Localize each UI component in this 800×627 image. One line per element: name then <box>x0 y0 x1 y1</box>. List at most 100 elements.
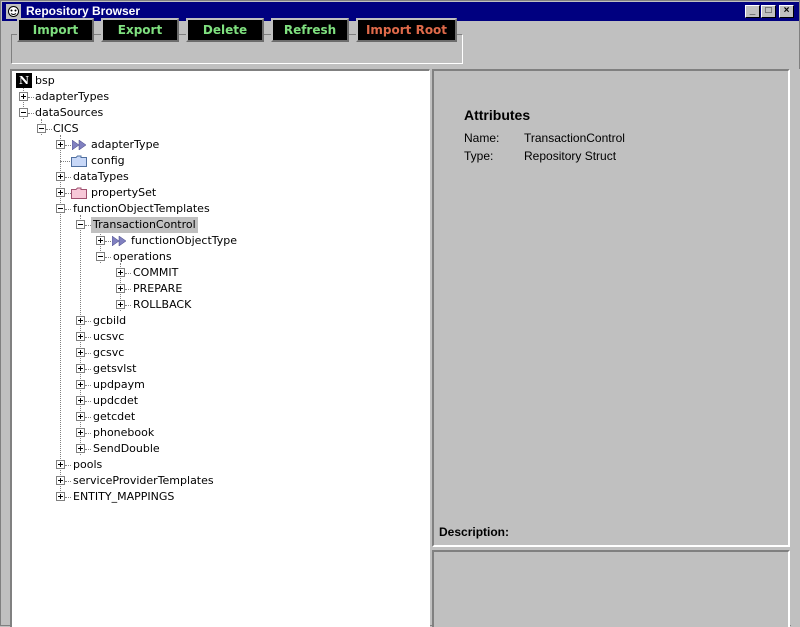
tree-node-label: functionObjectType <box>131 234 238 247</box>
expand-icon[interactable] <box>76 316 85 325</box>
tree-node-label: getsvlst <box>93 362 137 375</box>
expand-icon[interactable] <box>76 428 85 437</box>
tree-node-entity-mappings[interactable]: ENTITY_MAPPINGS <box>12 489 412 505</box>
tree-node-label: dataTypes <box>73 170 129 183</box>
tree-node-label: serviceProviderTemplates <box>73 474 214 487</box>
tree-node-datatypes[interactable]: dataTypes <box>12 169 412 185</box>
expand-icon[interactable] <box>19 92 28 101</box>
tree-node-operations[interactable]: operations <box>12 249 412 265</box>
expand-icon[interactable] <box>76 412 85 421</box>
tree-node-label: pools <box>73 458 103 471</box>
repository-browser-window: Repository Browser _ □ × Import Export D… <box>0 0 800 627</box>
tree-node-label: phonebook <box>93 426 155 439</box>
maximize-button[interactable]: □ <box>761 5 776 18</box>
expand-icon[interactable] <box>56 140 65 149</box>
tree-node-datasources[interactable]: dataSources <box>12 105 412 121</box>
tree-node-senddouble[interactable]: SendDouble <box>12 441 412 457</box>
delete-button[interactable]: Delete <box>186 18 264 42</box>
tree-node-label: functionObjectTemplates <box>73 202 210 215</box>
tree-node-label: operations <box>113 250 172 263</box>
tree-node-getsvlst[interactable]: getsvlst <box>12 361 412 377</box>
expand-icon[interactable] <box>56 460 65 469</box>
attribute-key: Type: <box>464 149 494 163</box>
tree-node-pools[interactable]: pools <box>12 457 412 473</box>
folder-icon <box>71 155 87 167</box>
tree-node-serviceprovidertemplates[interactable]: serviceProviderTemplates <box>12 473 412 489</box>
collapse-icon[interactable] <box>76 220 85 229</box>
tree-node-label: updpaym <box>93 378 145 391</box>
close-button[interactable]: × <box>779 5 794 18</box>
tree-node-transactioncontrol[interactable]: TransactionControl <box>12 217 412 233</box>
import-button[interactable]: Import <box>17 18 94 42</box>
expand-icon[interactable] <box>76 332 85 341</box>
expand-icon[interactable] <box>76 364 85 373</box>
expand-icon[interactable] <box>116 268 125 277</box>
tree-node-label: config <box>91 154 125 167</box>
tree-node-functionobjecttemplates[interactable]: functionObjectTemplates <box>12 201 412 217</box>
tree-node-commit[interactable]: COMMIT <box>12 265 412 281</box>
expand-icon[interactable] <box>56 476 65 485</box>
tree-node-label: ROLLBACK <box>133 298 192 311</box>
attributes-pane: Attributes Name: TransactionControl Type… <box>432 69 790 547</box>
tree-node-label: COMMIT <box>133 266 179 279</box>
tree-node-rollback[interactable]: ROLLBACK <box>12 297 412 313</box>
tree-node-config[interactable]: config <box>12 153 412 169</box>
expand-icon[interactable] <box>116 300 125 309</box>
minimize-button[interactable]: _ <box>745 5 760 18</box>
tree-node-cics[interactable]: CICS <box>12 121 412 137</box>
netscape-icon: N <box>16 73 32 88</box>
tree-node-label: CICS <box>53 122 79 135</box>
collapse-icon[interactable] <box>96 252 105 261</box>
tree-node-label: adapterType <box>91 138 160 151</box>
tree-node-updpaym[interactable]: updpaym <box>12 377 412 393</box>
tree-pane[interactable]: N bsp adapterTypes dataSources CICS adap… <box>10 69 430 627</box>
tree-node-label: ENTITY_MAPPINGS <box>73 490 175 503</box>
tree-node-label: gcsvc <box>93 346 125 359</box>
double-arrow-icon <box>112 236 127 246</box>
tree-node-label: gcbild <box>93 314 127 327</box>
tree-node-adaptertype[interactable]: adapterType <box>12 137 412 153</box>
expand-icon[interactable] <box>96 236 105 245</box>
collapse-icon[interactable] <box>37 124 46 133</box>
tree-node-functionobjecttype[interactable]: functionObjectType <box>12 233 412 249</box>
app-icon <box>6 4 21 19</box>
repository-tree[interactable]: N bsp adapterTypes dataSources CICS adap… <box>12 71 430 627</box>
tree-node-label: PREPARE <box>133 282 183 295</box>
tree-node-gcbild[interactable]: gcbild <box>12 313 412 329</box>
expand-icon[interactable] <box>76 444 85 453</box>
tree-node-label-selected: TransactionControl <box>91 217 198 233</box>
tree-node-bsp[interactable]: N bsp <box>16 73 416 89</box>
expand-icon[interactable] <box>56 172 65 181</box>
double-arrow-icon <box>72 140 87 150</box>
tree-node-prepare[interactable]: PREPARE <box>12 281 412 297</box>
export-button[interactable]: Export <box>101 18 179 42</box>
tree-node-getcdet[interactable]: getcdet <box>12 409 412 425</box>
tree-node-label: getcdet <box>93 410 136 423</box>
tree-node-label: dataSources <box>35 106 104 119</box>
expand-icon[interactable] <box>76 396 85 405</box>
attribute-value: Repository Struct <box>524 149 617 163</box>
expand-icon[interactable] <box>116 284 125 293</box>
expand-icon[interactable] <box>56 492 65 501</box>
collapse-icon[interactable] <box>19 108 28 117</box>
tree-node-gcsvc[interactable]: gcsvc <box>12 345 412 361</box>
tree-node-label: propertySet <box>91 186 157 199</box>
collapse-icon[interactable] <box>56 204 65 213</box>
tree-node-ucsvc[interactable]: ucsvc <box>12 329 412 345</box>
import-root-button[interactable]: Import Root <box>356 18 457 42</box>
expand-icon[interactable] <box>76 348 85 357</box>
tree-node-label: adapterTypes <box>35 90 110 103</box>
description-field[interactable] <box>432 550 790 627</box>
attribute-value: TransactionControl <box>524 131 625 145</box>
tree-node-adaptertypes[interactable]: adapterTypes <box>12 89 412 105</box>
tree-node-updcdet[interactable]: updcdet <box>12 393 412 409</box>
attribute-key: Name: <box>464 131 500 145</box>
expand-icon[interactable] <box>56 188 65 197</box>
window-edge <box>791 69 800 627</box>
tree-node-label: SendDouble <box>93 442 160 455</box>
description-label: Description: <box>439 525 510 539</box>
tree-node-phonebook[interactable]: phonebook <box>12 425 412 441</box>
expand-icon[interactable] <box>76 380 85 389</box>
refresh-button[interactable]: Refresh <box>271 18 349 42</box>
tree-node-propertyset[interactable]: propertySet <box>12 185 412 201</box>
